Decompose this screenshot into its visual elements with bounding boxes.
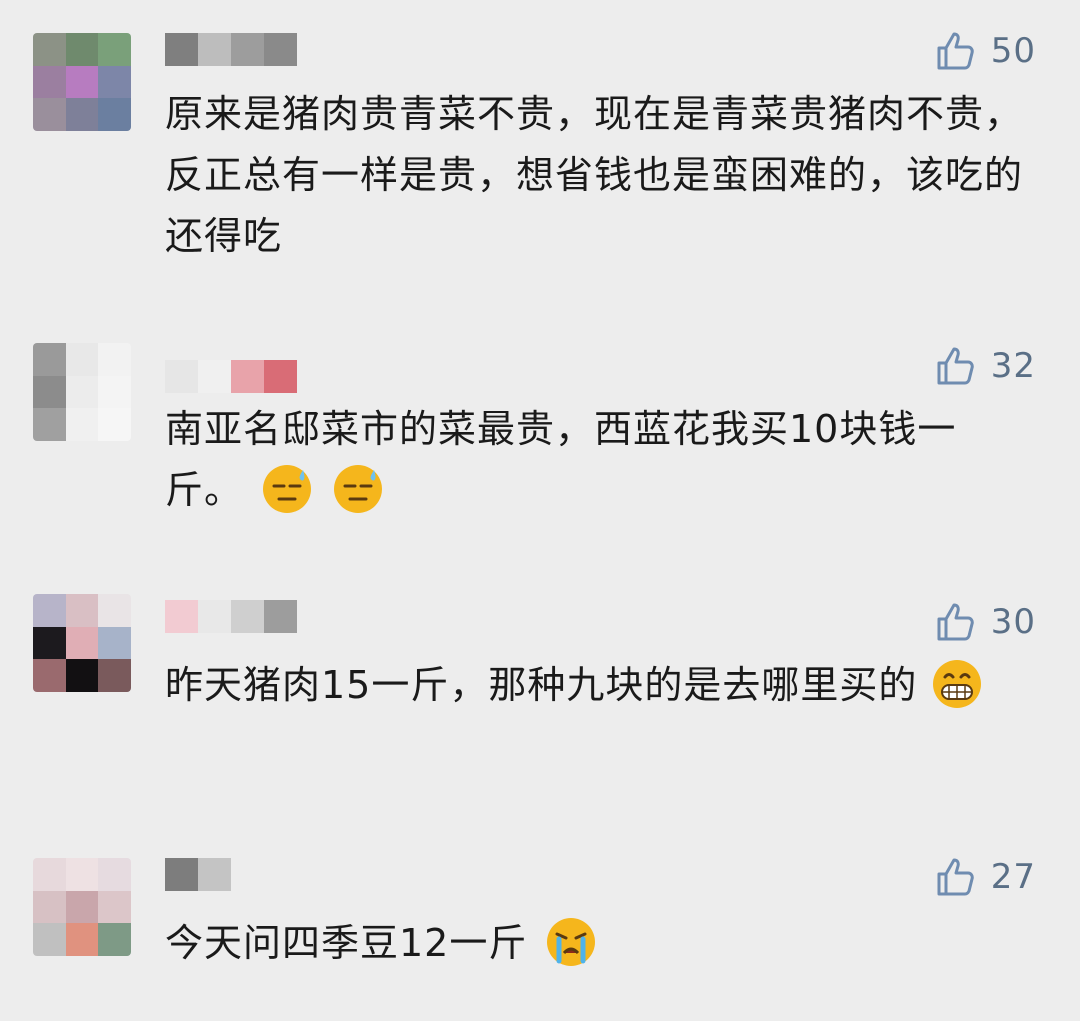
- like-count: 27: [990, 857, 1036, 897]
- comment-text-content: 今天问四季豆12一斤: [165, 921, 528, 965]
- avatar-pixel: [65, 626, 99, 660]
- username-pixel: [264, 33, 297, 66]
- username-pixel: [231, 858, 264, 891]
- avatar-pixel: [33, 594, 66, 627]
- avatar-pixel: [33, 65, 66, 99]
- avatar-pixel: [98, 659, 131, 692]
- thumbs-up-icon: [937, 32, 974, 70]
- avatar-pixel: [65, 98, 99, 131]
- avatar-pixel: [33, 858, 66, 891]
- avatar-pixel: [33, 626, 66, 660]
- avatar-pixel: [98, 594, 131, 627]
- avatar-pixel: [33, 408, 66, 441]
- avatar-pixel: [98, 626, 131, 660]
- avatar-pixel: [98, 858, 131, 891]
- username-pixel: [231, 360, 264, 393]
- username-pixel: [198, 600, 231, 633]
- like-count: 30: [990, 602, 1036, 642]
- username-pixel: [231, 33, 264, 66]
- like-button[interactable]: 27: [935, 856, 1036, 898]
- avatar-pixel: [98, 65, 131, 99]
- avatar-pixel: [98, 33, 131, 66]
- avatar-pixel: [33, 343, 66, 376]
- like-button[interactable]: 50: [935, 30, 1036, 72]
- avatar-pixel: [65, 890, 99, 924]
- comment-text-content: 昨天猪肉15一斤，那种九块的是去哪里买的: [165, 663, 918, 707]
- avatar-pixel: [65, 594, 99, 627]
- avatar[interactable]: [33, 33, 131, 131]
- like-button[interactable]: 32: [935, 345, 1036, 387]
- avatar[interactable]: [33, 594, 131, 692]
- avatar[interactable]: [33, 858, 131, 956]
- avatar-pixel: [33, 923, 66, 956]
- username-pixel: [198, 858, 231, 891]
- avatar-pixel: [65, 65, 99, 99]
- avatar-pixel: [33, 375, 66, 409]
- avatar-pixel: [98, 923, 131, 956]
- username-pixelated[interactable]: [165, 600, 297, 633]
- avatar-pixel: [33, 33, 66, 66]
- avatar-pixel: [65, 659, 99, 692]
- avatar-pixel: [33, 890, 66, 924]
- username-pixelated[interactable]: [165, 360, 297, 393]
- like-count: 50: [990, 31, 1036, 71]
- username-pixel: [165, 858, 198, 891]
- username-pixel: [165, 600, 198, 633]
- avatar-pixel: [65, 923, 99, 956]
- comment-text-content: 原来是猪肉贵青菜不贵，现在是青菜贵猪肉不贵，反正总有一样是贵，想省钱也是蛮困难的…: [165, 92, 1024, 258]
- sweat-expressionless-emoji: [263, 464, 312, 513]
- avatar-pixel: [33, 98, 66, 131]
- thumbs-up-icon: [937, 347, 974, 385]
- like-button[interactable]: 30: [935, 601, 1036, 643]
- avatar[interactable]: [33, 343, 131, 441]
- username-pixel: [198, 33, 231, 66]
- comment-text: 昨天猪肉15一斤，那种九块的是去哪里买的: [165, 655, 1025, 716]
- sweat-expressionless-emoji: [334, 464, 383, 513]
- like-count: 32: [990, 346, 1036, 386]
- avatar-pixel: [65, 408, 99, 441]
- avatar-pixel: [98, 890, 131, 924]
- thumbs-up-icon: [937, 858, 974, 896]
- avatar-pixel: [98, 343, 131, 376]
- avatar-pixel: [98, 98, 131, 131]
- comment-text: 南亚名邸菜市的菜最贵，西蓝花我买10块钱一斤。: [165, 399, 1025, 521]
- avatar-pixel: [65, 33, 99, 66]
- thumbs-up-icon: [937, 603, 974, 641]
- username-pixelated[interactable]: [165, 858, 297, 891]
- grinning-teeth-emoji: [933, 659, 982, 708]
- avatar-pixel: [65, 858, 99, 891]
- avatar-pixel: [65, 343, 99, 376]
- comment-text: 今天问四季豆12一斤: [165, 913, 1025, 974]
- avatar-pixel: [98, 375, 131, 409]
- username-pixel: [264, 858, 297, 891]
- username-pixel: [165, 33, 198, 66]
- crying-emoji: [547, 917, 596, 966]
- username-pixelated[interactable]: [165, 33, 297, 66]
- avatar-pixel: [65, 375, 99, 409]
- username-pixel: [198, 360, 231, 393]
- comment-text: 原来是猪肉贵青菜不贵，现在是青菜贵猪肉不贵，反正总有一样是贵，想省钱也是蛮困难的…: [165, 84, 1025, 267]
- username-pixel: [264, 360, 297, 393]
- username-pixel: [165, 360, 198, 393]
- avatar-pixel: [33, 659, 66, 692]
- username-pixel: [264, 600, 297, 633]
- avatar-pixel: [98, 408, 131, 441]
- username-pixel: [231, 600, 264, 633]
